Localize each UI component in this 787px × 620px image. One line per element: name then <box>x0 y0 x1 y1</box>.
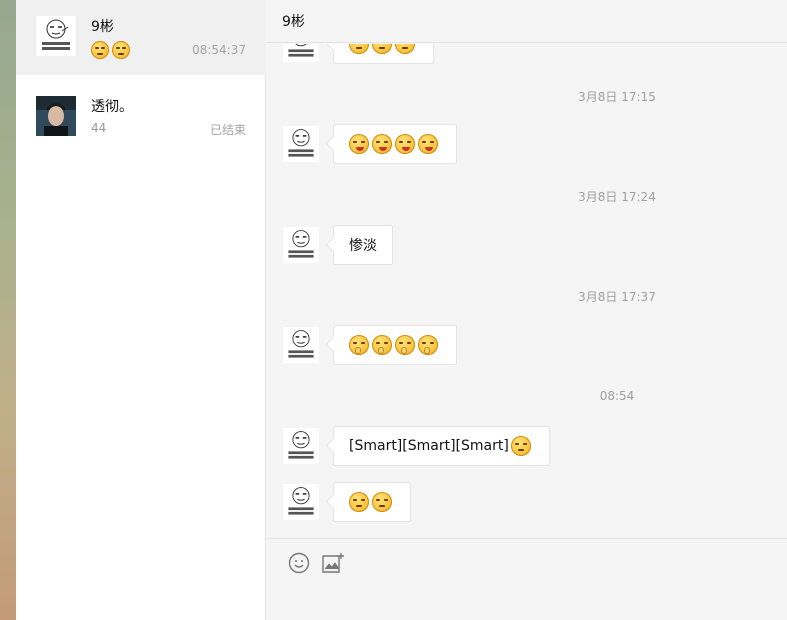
timestamp: 08:54 <box>599 389 635 403</box>
timestamp: 3月8日 17:15 <box>578 90 656 104</box>
sender-avatar[interactable] <box>283 227 319 263</box>
message-bubble[interactable] <box>333 44 434 64</box>
message-list[interactable]: 3月8日 17:15 3月8日 17:24 惨淡 3月8日 17:37 08:5… <box>267 44 787 538</box>
message-bubble[interactable]: [Smart][Smart][Smart] <box>333 426 550 466</box>
conversation-item-touche[interactable]: 透彻。 44 已结束 <box>16 75 266 150</box>
laughing-emoji-icon <box>372 44 392 54</box>
tongue-emoji-icon <box>372 134 392 154</box>
image-icon[interactable] <box>321 551 345 575</box>
shush-emoji-icon <box>372 335 392 355</box>
tongue-emoji-icon <box>395 134 415 154</box>
message-composer[interactable] <box>267 538 787 620</box>
sender-avatar[interactable] <box>283 327 319 363</box>
conversation-preview: 44 <box>91 121 107 135</box>
timestamp: 3月8日 17:24 <box>578 190 656 204</box>
avatar <box>36 96 76 136</box>
chat-panel: 9彬 3月8日 17:15 3月8日 17:24 惨淡 3月8日 17:37 0… <box>267 0 787 620</box>
emoji-icon[interactable] <box>287 551 311 575</box>
conversation-time: 08:54:37 <box>192 43 246 57</box>
laughing-emoji-icon <box>395 44 415 54</box>
desktop-wallpaper-strip <box>0 0 16 620</box>
sender-avatar[interactable] <box>283 126 319 162</box>
shush-emoji-icon <box>418 335 438 355</box>
laughing-emoji-icon <box>349 44 369 54</box>
message-bubble[interactable]: 惨淡 <box>333 225 393 265</box>
chat-header: 9彬 <box>267 0 787 43</box>
pensive-emoji-icon <box>510 436 531 456</box>
conversation-status: 已结束 <box>209 123 246 137</box>
message-bubble[interactable] <box>333 482 411 522</box>
pensive-emoji-icon <box>349 492 369 512</box>
pensive-emoji-icon <box>372 492 392 512</box>
sender-avatar[interactable] <box>283 428 319 464</box>
shush-emoji-icon <box>395 335 415 355</box>
message-text: [Smart][Smart][Smart] <box>349 438 509 454</box>
timestamp: 3月8日 17:37 <box>578 290 656 304</box>
conversation-preview <box>91 41 133 59</box>
avatar <box>36 16 76 56</box>
pensive-emoji-icon <box>112 41 130 59</box>
sender-avatar[interactable] <box>283 484 319 520</box>
pensive-emoji-icon <box>91 41 109 59</box>
tongue-emoji-icon <box>349 134 369 154</box>
sender-avatar[interactable] <box>283 44 319 62</box>
conversation-list: 9彬 08:54:37 透彻。 44 已结束 <box>16 0 266 620</box>
tongue-emoji-icon <box>418 134 438 154</box>
message-bubble[interactable] <box>333 325 457 365</box>
conversation-name: 9彬 <box>91 19 114 35</box>
conversation-name: 透彻。 <box>91 99 133 115</box>
chat-title: 9彬 <box>282 14 305 30</box>
conversation-item-9bin[interactable]: 9彬 08:54:37 <box>16 0 266 75</box>
shush-emoji-icon <box>349 335 369 355</box>
message-bubble[interactable] <box>333 124 457 164</box>
